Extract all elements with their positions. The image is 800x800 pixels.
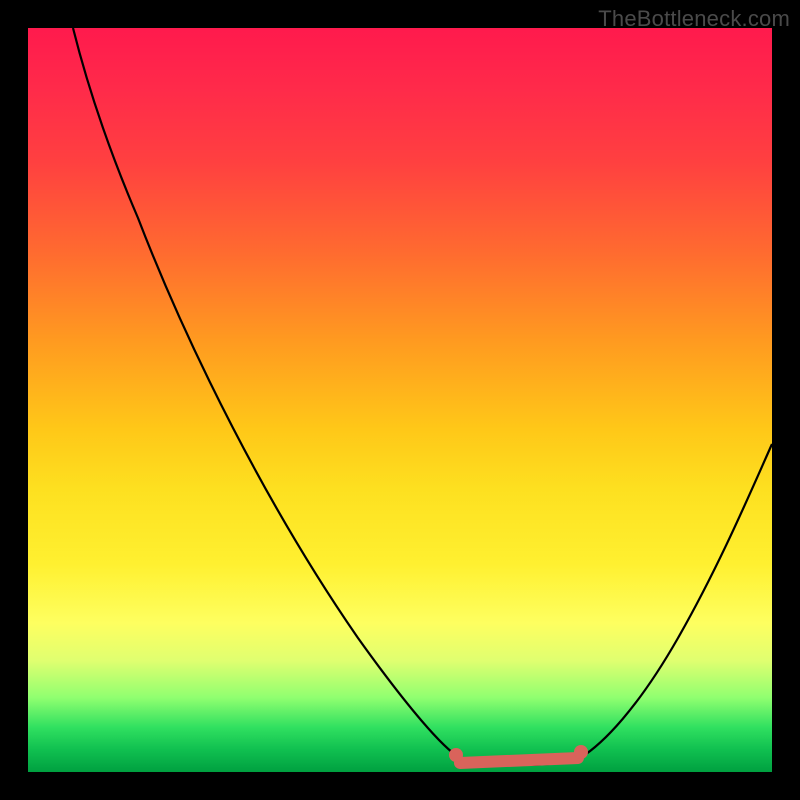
- optimal-zone-start-dot: [449, 748, 463, 762]
- bottleneck-curve: [73, 28, 772, 765]
- optimal-zone-end-dot: [574, 745, 588, 759]
- watermark-text: TheBottleneck.com: [598, 6, 790, 32]
- optimal-zone-line: [460, 758, 578, 763]
- chart-container: TheBottleneck.com: [0, 0, 800, 800]
- plot-area: [28, 28, 772, 772]
- chart-svg: [28, 28, 772, 772]
